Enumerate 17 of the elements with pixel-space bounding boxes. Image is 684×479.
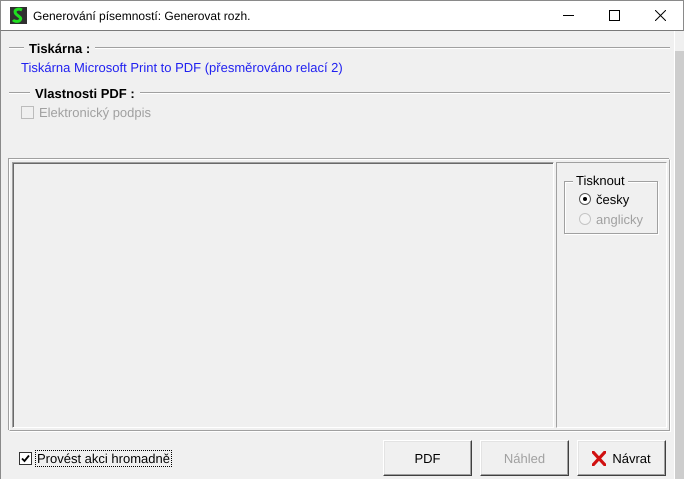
checkbox[interactable] bbox=[19, 452, 32, 464]
maximize-icon[interactable] bbox=[608, 10, 620, 21]
group-title: Tisknout bbox=[573, 173, 628, 188]
radio-button[interactable] bbox=[579, 193, 591, 205]
checkbox-label: Elektronický podpis bbox=[38, 104, 152, 120]
section-heading: Tiskárna : bbox=[29, 40, 90, 56]
window-title: Generování písemností: Generovat rozh. bbox=[33, 8, 252, 22]
cross-icon bbox=[592, 450, 606, 466]
section-heading: Vlastnosti PDF : bbox=[35, 86, 135, 100]
radio-label: anglicky bbox=[595, 212, 644, 226]
printer-name: Tiskárna Microsoft Print to PDF (přesměrováno relací 2) bbox=[21, 60, 343, 75]
close-icon[interactable] bbox=[654, 10, 666, 21]
checkbox-label: Provést akci hromadně bbox=[36, 450, 171, 466]
radio-label: česky bbox=[595, 192, 630, 206]
pdf-button[interactable]: PDF bbox=[383, 440, 472, 476]
app-icon bbox=[10, 7, 27, 24]
return-button[interactable]: Návrat bbox=[577, 440, 666, 476]
